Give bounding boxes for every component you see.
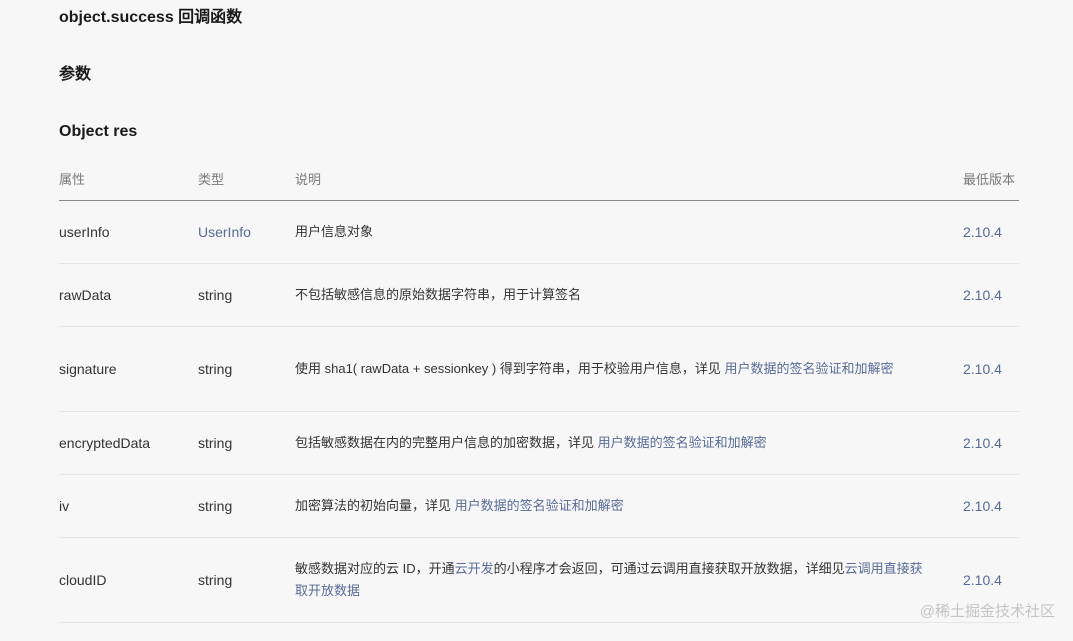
attr-cell: userInfo (59, 200, 198, 264)
type-cell: string (198, 263, 295, 327)
section-title: object.success 回调函数 (59, 9, 243, 26)
version-link[interactable]: 2.10.4 (963, 326, 1019, 412)
attr-cell: iv (59, 474, 198, 538)
desc-text: 包括敏感数据在内的完整用户信息的加密数据，详见 (295, 435, 598, 450)
signature-doc-link[interactable]: 用户数据的签名验证和加解密 (455, 498, 624, 513)
desc-text: 使用 sha1( rawData + sessionkey ) 得到字符串，用于… (295, 361, 725, 376)
attr-cell: encryptedData (59, 411, 198, 475)
desc-text: 敏感数据对应的云 ID，开通 (295, 561, 455, 576)
desc-text-suffix: 的小程序才会返回，可通过云调用直接获取开放数据，详细见 (493, 561, 845, 576)
signature-doc-link[interactable]: 用户数据的签名验证和加解密 (724, 361, 893, 376)
table-header-row: 属性 类型 说明 最低版本 (59, 156, 1019, 201)
column-header-version: 最低版本 (963, 156, 1019, 201)
version-link[interactable]: 2.10.4 (963, 263, 1019, 327)
table-row: encryptedData string 包括敏感数据在内的完整用户信息的加密数… (59, 411, 1019, 475)
attr-cell: cloudID (59, 537, 198, 623)
type-cell: string (198, 474, 295, 538)
desc-cell: 加密算法的初始向量，详见 用户数据的签名验证和加解密 (295, 474, 963, 538)
version-link[interactable]: 2.10.4 (963, 200, 1019, 264)
table-row: rawData string 不包括敏感信息的原始数据字符串，用于计算签名 2.… (59, 263, 1019, 327)
table-row: cloudID string 敏感数据对应的云 ID，开通云开发的小程序才会返回… (59, 537, 1019, 623)
column-header-desc: 说明 (295, 156, 963, 201)
signature-doc-link[interactable]: 用户数据的签名验证和加解密 (598, 435, 767, 450)
type-cell: string (198, 537, 295, 623)
watermark: @稀土掘金技术社区 (919, 603, 1055, 620)
desc-cell: 包括敏感数据在内的完整用户信息的加密数据，详见 用户数据的签名验证和加解密 (295, 411, 963, 475)
desc-text: 用户信息对象 (295, 224, 374, 239)
table-row: iv string 加密算法的初始向量，详见 用户数据的签名验证和加解密 2.1… (59, 474, 1019, 538)
type-cell: string (198, 411, 295, 475)
object-heading: Object res (59, 123, 138, 140)
attr-cell: signature (59, 326, 198, 412)
version-link[interactable]: 2.10.4 (963, 474, 1019, 538)
attr-cell: rawData (59, 263, 198, 327)
params-heading: 参数 (59, 66, 92, 83)
type-link[interactable]: UserInfo (198, 200, 295, 264)
column-header-type: 类型 (198, 156, 295, 201)
type-cell: string (198, 326, 295, 412)
desc-cell: 敏感数据对应的云 ID，开通云开发的小程序才会返回，可通过云调用直接获取开放数据… (295, 537, 963, 623)
column-header-attr: 属性 (59, 156, 198, 201)
desc-cell: 不包括敏感信息的原始数据字符串，用于计算签名 (295, 263, 963, 327)
desc-text: 不包括敏感信息的原始数据字符串，用于计算签名 (295, 287, 582, 302)
params-table: 属性 类型 说明 最低版本 userInfo UserInfo 用户信息对象 2… (59, 156, 1019, 623)
desc-text: 加密算法的初始向量，详见 (295, 498, 455, 513)
version-link[interactable]: 2.10.4 (963, 411, 1019, 475)
desc-cell: 使用 sha1( rawData + sessionkey ) 得到字符串，用于… (295, 326, 963, 412)
cloud-dev-link[interactable]: 云开发 (455, 561, 494, 576)
table-row: userInfo UserInfo 用户信息对象 2.10.4 (59, 200, 1019, 264)
table-row: signature string 使用 sha1( rawData + sess… (59, 326, 1019, 412)
desc-cell: 用户信息对象 (295, 200, 963, 264)
